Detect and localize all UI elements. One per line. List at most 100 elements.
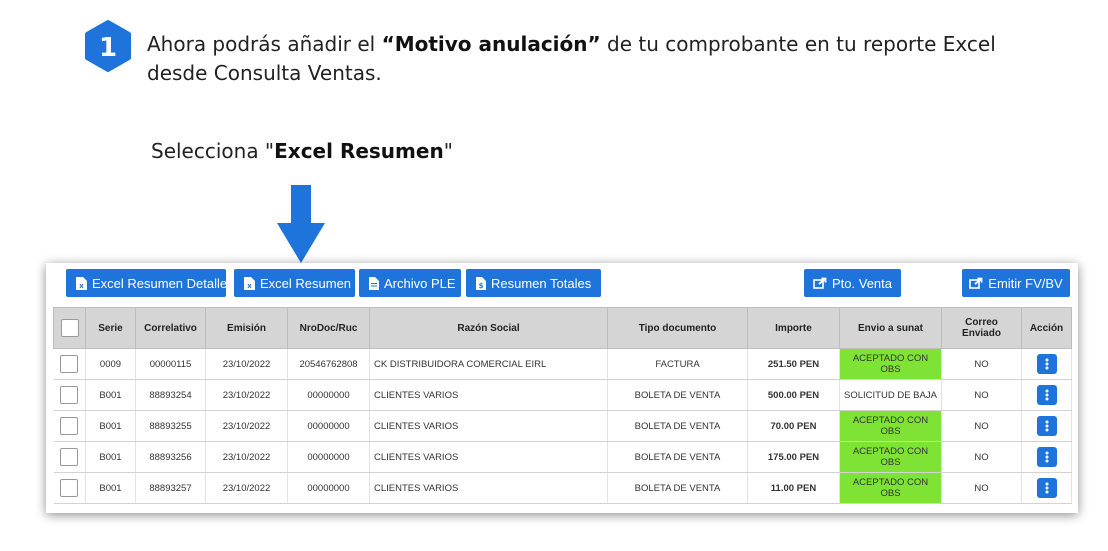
header-correo-enviado[interactable]: Correo Enviado [941,307,1022,349]
svg-text:$: $ [479,282,484,290]
row-actions-button[interactable] [1036,478,1057,498]
archivo-ple-button[interactable]: Archivo PLE [359,269,461,297]
cell-correo-enviado: NO [941,472,1022,504]
instruction-bold: Excel Resumen [274,139,444,163]
header-razon-social[interactable]: Razón Social [369,307,608,349]
consulta-ventas-panel: x Excel Resumen Detalle x Excel Resumen … [46,263,1078,513]
header-correo-line1: Correo [965,317,998,328]
table-row[interactable]: B001 88893256 23/10/2022 00000000 CLIENTES V… [53,441,1072,473]
header-tipo-documento[interactable]: Tipo documento [607,307,748,349]
cell-nrodoc: 20546762808 [287,348,370,380]
cell-emision: 23/10/2022 [205,348,288,380]
cell-correlativo: 88893254 [135,379,206,411]
select-all-checkbox[interactable] [60,319,79,337]
header-serie[interactable]: Serie [85,307,136,349]
table-header-row: Serie Correlativo Emisión NroDoc/Ruc Raz… [53,307,1072,349]
resumen-totales-label: Resumen Totales [491,275,592,291]
cell-envio-sunat: ACEPTADO CON OBS [839,472,942,504]
cell-importe: 175.00 PEN [747,441,840,473]
table-row[interactable]: 0009 00000115 23/10/2022 20546762808 CK DIST… [53,348,1072,380]
row-checkbox[interactable] [60,417,79,435]
emitir-fv-bv-label: Emitir FV/BV [988,275,1063,291]
cell-envio-sunat: SOLICITUD DE BAJA [839,379,942,411]
cell-accion [1021,348,1072,380]
excel-file-icon: x [244,276,255,290]
cell-tipo-documento: FACTURA [607,348,748,380]
header-correlativo[interactable]: Correlativo [135,307,206,349]
row-select-cell [53,441,86,473]
archivo-ple-label: Archivo PLE [384,275,456,291]
cell-correlativo: 88893256 [135,441,206,473]
header-envio-sunat[interactable]: Envio a sunat [839,307,942,349]
header-nrodoc[interactable]: NroDoc/Ruc [287,307,370,349]
cell-importe: 70.00 PEN [747,410,840,442]
cell-razon-social: CLIENTES VARIOS [369,379,608,411]
cell-serie: B001 [85,410,136,442]
pto-venta-label: Pto. Venta [832,275,892,291]
row-actions-button[interactable] [1036,385,1057,405]
cell-envio-sunat: ACEPTADO CON OBS [839,410,942,442]
more-vertical-icon [1045,420,1048,432]
instruction-text: Selecciona "Excel Resumen" [151,139,453,163]
cell-correlativo: 88893255 [135,410,206,442]
step-number: 1 [99,33,117,63]
row-checkbox[interactable] [60,386,79,404]
excel-resumen-button[interactable]: x Excel Resumen [234,269,355,297]
excel-resumen-detalle-label: Excel Resumen Detalle [92,275,228,291]
header-correo-line2: Enviado [962,328,1001,339]
excel-resumen-detalle-button[interactable]: x Excel Resumen Detalle [66,269,228,297]
share-icon [969,277,983,289]
instruction-pre: Selecciona " [151,139,275,163]
table-row[interactable]: B001 88893254 23/10/2022 00000000 CLIENTES V… [53,379,1072,411]
cell-accion [1021,472,1072,504]
cell-envio-sunat: ACEPTADO CON OBS [839,348,942,380]
row-select-cell [53,410,86,442]
step-line1-post: de tu comprobante en tu reporte Excel [600,32,996,56]
cell-correlativo: 88893257 [135,472,206,504]
row-select-cell [53,472,86,504]
cell-accion [1021,410,1072,442]
row-checkbox[interactable] [60,479,79,497]
row-actions-button[interactable] [1036,354,1057,374]
table-row[interactable]: B001 88893257 23/10/2022 00000000 CLIENTES V… [53,472,1072,504]
row-actions-button[interactable] [1036,447,1057,467]
cell-importe: 500.00 PEN [747,379,840,411]
cell-correlativo: 00000115 [135,348,206,380]
svg-text:x: x [247,282,252,290]
share-icon [813,277,827,289]
cell-emision: 23/10/2022 [205,379,288,411]
cell-correo-enviado: NO [941,379,1022,411]
cell-envio-sunat: ACEPTADO CON OBS [839,441,942,473]
cell-emision: 23/10/2022 [205,410,288,442]
cell-tipo-documento: BOLETA DE VENTA [607,410,748,442]
cell-correo-enviado: NO [941,441,1022,473]
emitir-fv-bv-button[interactable]: Emitir FV/BV [962,269,1070,297]
cell-importe: 251.50 PEN [747,348,840,380]
ventas-table: Serie Correlativo Emisión NroDoc/Ruc Raz… [53,307,1072,504]
cell-serie: B001 [85,441,136,473]
svg-text:x: x [79,282,84,290]
step-description: Ahora podrás añadir el “Motivo anulación… [147,30,1047,88]
header-emision[interactable]: Emisión [205,307,288,349]
resumen-totales-button[interactable]: $ Resumen Totales [466,269,601,297]
row-actions-button[interactable] [1036,416,1057,436]
cell-nrodoc: 00000000 [287,472,370,504]
excel-resumen-label: Excel Resumen [260,275,352,291]
cell-importe: 11.00 PEN [747,472,840,504]
table-row[interactable]: B001 88893255 23/10/2022 00000000 CLIENTES V… [53,410,1072,442]
cell-serie: B001 [85,472,136,504]
cell-tipo-documento: BOLETA DE VENTA [607,472,748,504]
cell-tipo-documento: BOLETA DE VENTA [607,441,748,473]
cell-emision: 23/10/2022 [205,472,288,504]
pto-venta-button[interactable]: Pto. Venta [804,269,901,297]
step-number-badge-icon: 1 [85,20,131,72]
cell-correo-enviado: NO [941,410,1022,442]
row-checkbox[interactable] [60,448,79,466]
cell-razon-social: CK DISTRIBUIDORA COMERCIAL EIRL [369,348,608,380]
row-checkbox[interactable] [60,355,79,373]
cell-serie: 0009 [85,348,136,380]
header-importe[interactable]: Importe [747,307,840,349]
cell-accion [1021,441,1072,473]
more-vertical-icon [1045,482,1048,494]
more-vertical-icon [1045,389,1048,401]
